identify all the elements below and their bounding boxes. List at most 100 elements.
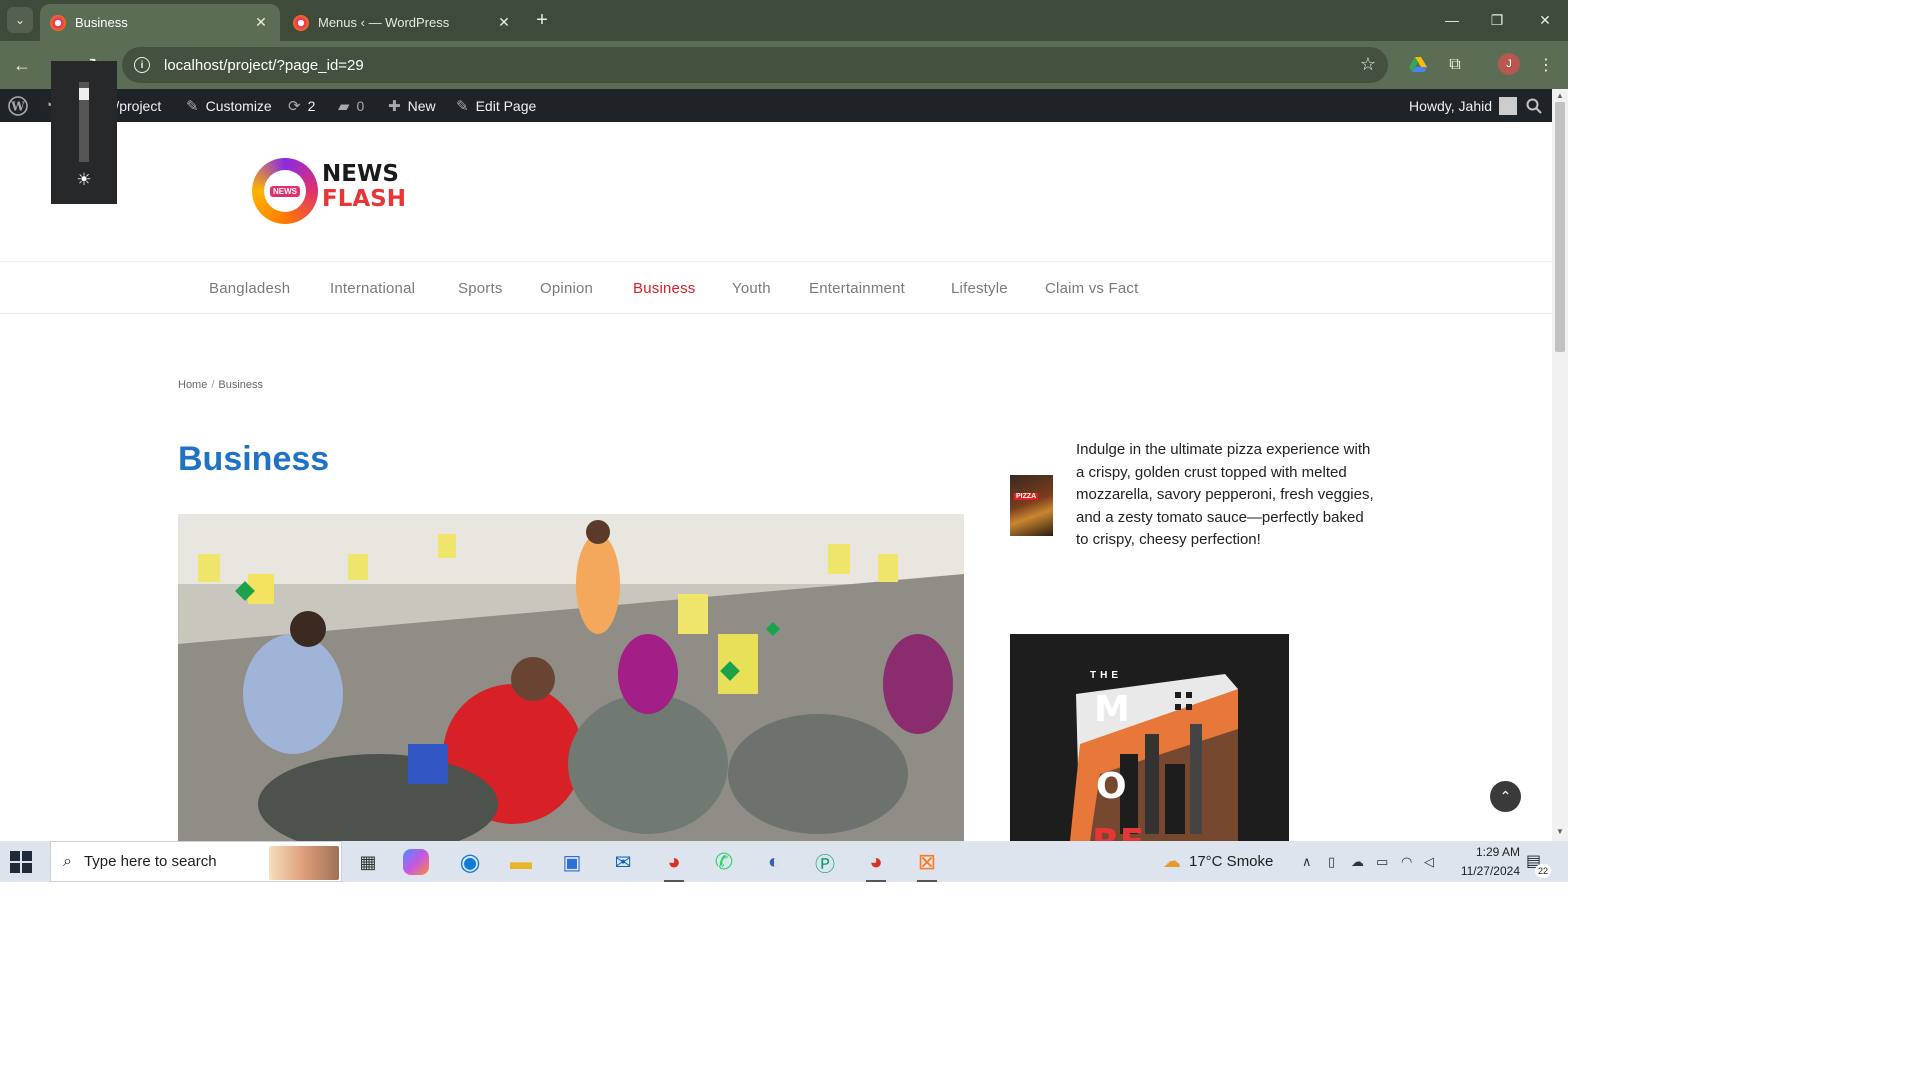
- tab-title: Menus ‹ — WordPress: [318, 15, 450, 30]
- comments-count: 0: [356, 97, 365, 114]
- outlook-icon[interactable]: ✉: [607, 846, 639, 878]
- nav-item-international[interactable]: International: [330, 262, 415, 314]
- battery-icon[interactable]: ▭: [1376, 841, 1388, 882]
- taskbar-search-placeholder: Type here to search: [83, 853, 217, 870]
- breadcrumb-home[interactable]: Home: [178, 379, 207, 391]
- browser-tab-bar: ⌄ Business ✕ Menus ‹ — WordPress ✕ + — ❐…: [0, 0, 1568, 41]
- svg-text:W: W: [10, 99, 25, 113]
- tab-business[interactable]: Business ✕: [40, 4, 280, 41]
- copilot-icon[interactable]: [403, 849, 429, 875]
- logo-badge-text: NEWS: [270, 185, 300, 197]
- customize-label: Customize: [205, 97, 272, 114]
- brightness-slider-handle[interactable]: [79, 88, 89, 100]
- logo-badge-icon: NEWS: [252, 158, 318, 224]
- poster-image[interactable]: THE M O RE: [1010, 634, 1289, 841]
- updates-link[interactable]: ⟳ 2: [288, 89, 315, 122]
- page-title: Business: [178, 440, 330, 478]
- pycharm-icon[interactable]: Ⓟ: [809, 846, 841, 878]
- site-header: NEWS NEWS FLASH: [0, 122, 1552, 262]
- pizza-thumbnail[interactable]: PIZZA: [1010, 475, 1053, 536]
- weather-text: 17°C Smoke: [1189, 853, 1274, 870]
- comment-bubble-icon: ▰: [338, 97, 350, 115]
- bookmark-star-icon[interactable]: ☆: [1360, 54, 1376, 75]
- nav-item-youth[interactable]: Youth: [732, 262, 771, 314]
- site-favicon-icon: [293, 14, 309, 31]
- nav-item-bangladesh[interactable]: Bangladesh: [209, 262, 290, 314]
- new-content-link[interactable]: ✚ New: [388, 89, 436, 122]
- logo-line-1: NEWS: [322, 161, 399, 187]
- browser-toolbar: ← → ↻ i localhost/project/?page_id=29 ☆ …: [0, 41, 1568, 89]
- scroll-down-arrow-icon[interactable]: ▼: [1552, 827, 1568, 839]
- whatsapp-icon[interactable]: ✆: [708, 846, 740, 878]
- taskbar-search-box[interactable]: ⌕ Type here to search: [50, 841, 342, 882]
- nav-item-lifestyle[interactable]: Lifestyle: [951, 262, 1008, 314]
- updates-count: 2: [307, 97, 316, 114]
- scroll-to-top-button[interactable]: ⌃: [1490, 781, 1521, 812]
- close-window-button[interactable]: ✕: [1530, 8, 1560, 32]
- poster-letters-re: RE: [1092, 822, 1144, 841]
- restore-button[interactable]: ❐: [1482, 8, 1512, 32]
- system-clock[interactable]: 1:29 AM 11/27/2024: [1440, 843, 1520, 881]
- site-favicon-icon: [50, 14, 66, 31]
- phone-link-icon[interactable]: ▯: [1328, 841, 1335, 882]
- updates-icon: ⟳: [288, 97, 301, 115]
- poster-letter-o: O: [1096, 766, 1127, 807]
- chrome-icon[interactable]: ◕: [658, 846, 690, 882]
- onedrive-icon[interactable]: ☁: [1351, 841, 1364, 882]
- nav-item-entertainment[interactable]: Entertainment: [809, 262, 905, 314]
- extensions-icon[interactable]: ⧉: [1443, 53, 1467, 77]
- media-app-icon[interactable]: ◐: [758, 846, 790, 878]
- featured-image[interactable]: [178, 514, 964, 841]
- scrollbar-thumb[interactable]: [1555, 102, 1565, 352]
- comments-link[interactable]: ▰ 0: [338, 89, 364, 122]
- nav-item-business[interactable]: Business: [633, 262, 695, 314]
- google-drive-icon[interactable]: [1406, 53, 1430, 77]
- browser-menu-icon[interactable]: ⋮: [1534, 53, 1558, 77]
- back-icon[interactable]: ←: [8, 51, 36, 79]
- sun-icon: ☀: [76, 170, 92, 189]
- site-logo[interactable]: NEWS NEWS FLASH: [252, 158, 422, 228]
- volume-icon[interactable]: ◁: [1424, 841, 1434, 882]
- edge-browser-icon[interactable]: ◉: [454, 846, 486, 878]
- weather-icon: ☁: [1163, 851, 1181, 871]
- poster-top-text: THE: [1090, 670, 1122, 681]
- tab-search-button[interactable]: ⌄: [7, 7, 33, 33]
- page-scrollbar[interactable]: ▲ ▼: [1552, 89, 1568, 841]
- task-view-icon[interactable]: ▦: [352, 846, 384, 878]
- address-bar[interactable]: i localhost/project/?page_id=29 ☆: [122, 47, 1388, 83]
- new-tab-button[interactable]: +: [530, 8, 554, 32]
- url-text[interactable]: localhost/project/?page_id=29: [164, 57, 364, 74]
- xampp-icon[interactable]: ⊠: [911, 846, 943, 882]
- tab-menus-wordpress[interactable]: Menus ‹ — WordPress ✕: [283, 4, 523, 41]
- profile-avatar[interactable]: J: [1498, 53, 1520, 75]
- nav-item-claim-vs-fact[interactable]: Claim vs Fact: [1045, 262, 1138, 314]
- site-info-icon[interactable]: i: [134, 57, 150, 73]
- edit-page-label: Edit Page: [475, 97, 537, 114]
- main-navigation: Bangladesh International Sports Opinion …: [0, 262, 1552, 314]
- file-explorer-icon[interactable]: ▬: [505, 846, 537, 878]
- breadcrumb: Home / Business: [178, 379, 263, 391]
- minimize-button[interactable]: —: [1437, 8, 1467, 32]
- account-menu[interactable]: Howdy, Jahid: [1409, 89, 1518, 122]
- nav-item-sports[interactable]: Sports: [458, 262, 503, 314]
- chrome-profile-icon[interactable]: ◕: [860, 846, 892, 882]
- brush-icon: ✎: [186, 97, 199, 115]
- weather-widget[interactable]: ☁ 17°C Smoke: [1163, 841, 1273, 882]
- edit-page-link[interactable]: ✎ Edit Page: [456, 89, 536, 122]
- breadcrumb-current: Business: [218, 379, 264, 391]
- windows-start-icon[interactable]: [10, 851, 32, 873]
- customize-link[interactable]: ✎ Customize: [186, 89, 272, 122]
- admin-search-icon[interactable]: [1526, 89, 1542, 122]
- howdy-text: Howdy, Jahid: [1409, 97, 1493, 114]
- pencil-icon: ✎: [456, 97, 469, 115]
- wifi-icon[interactable]: ◠: [1401, 841, 1412, 882]
- wp-admin-bar: W ◔ localhost/project ✎ Customize ⟳ 2 ▰ …: [0, 89, 1552, 122]
- nav-item-opinion[interactable]: Opinion: [540, 262, 593, 314]
- close-tab-icon[interactable]: ✕: [495, 14, 513, 31]
- wordpress-logo-icon[interactable]: W: [8, 89, 28, 122]
- plus-icon: ✚: [388, 97, 401, 115]
- microsoft-store-icon[interactable]: ▣: [556, 846, 588, 878]
- tray-overflow-icon[interactable]: ∧: [1302, 841, 1312, 882]
- new-label: New: [407, 97, 436, 114]
- close-tab-icon[interactable]: ✕: [252, 14, 270, 31]
